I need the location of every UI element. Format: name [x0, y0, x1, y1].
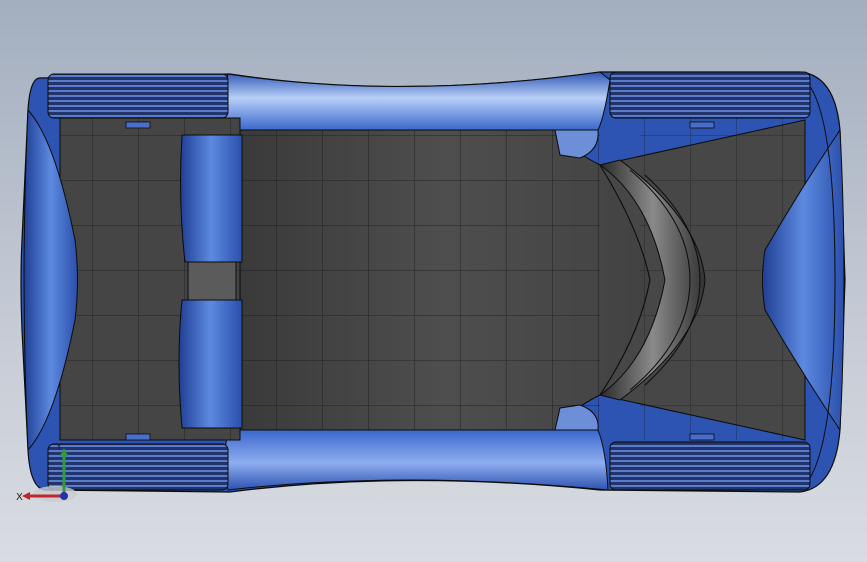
z-axis-icon — [60, 492, 68, 500]
coordinate-triad: Y X — [16, 442, 77, 503]
left-seat-upper — [180, 134, 243, 263]
x-axis-label: X — [16, 492, 23, 503]
tire-front-right — [609, 71, 811, 119]
left-seat-lower — [178, 299, 243, 429]
tire-front-left — [47, 73, 229, 119]
cad-graphics-viewport[interactable]: Y X — [0, 0, 867, 562]
y-axis-label: Y — [55, 442, 63, 453]
top-sill-panel — [224, 71, 611, 131]
car-body-model[interactable] — [0, 0, 867, 562]
tire-rear-right — [609, 441, 811, 491]
floor-grid — [240, 130, 600, 430]
